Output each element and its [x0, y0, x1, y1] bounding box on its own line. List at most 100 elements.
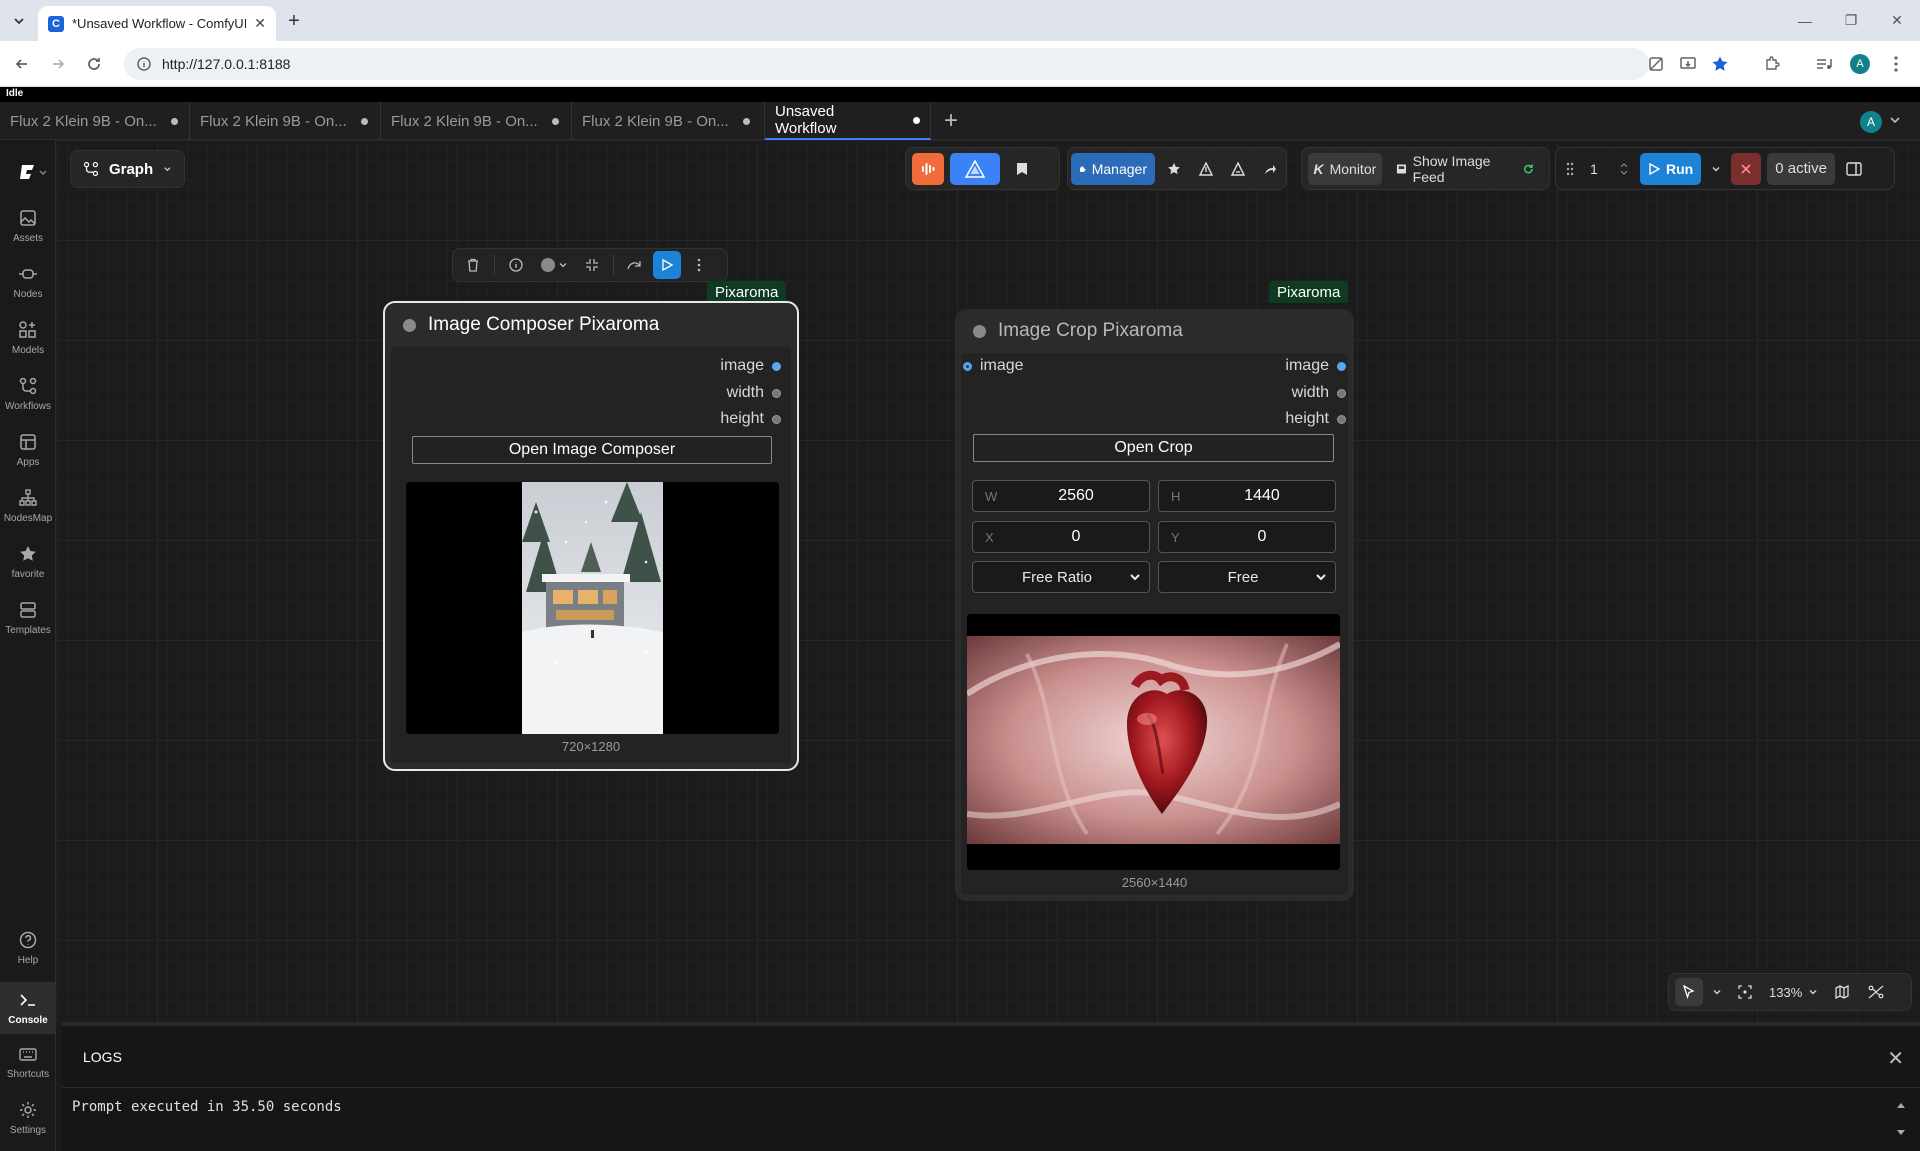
cancel-run-button[interactable]	[1731, 152, 1762, 185]
input-slot-image[interactable]: image	[963, 357, 1024, 375]
open-image-composer-button[interactable]: Open Image Composer	[412, 436, 772, 464]
slot-connector-icon[interactable]	[1337, 388, 1346, 398]
hide-links-icon[interactable]	[1862, 978, 1890, 1006]
crop-width-field[interactable]: W 2560	[972, 480, 1150, 512]
slot-connector-icon[interactable]	[1337, 414, 1346, 424]
extensions-icon[interactable]	[1760, 52, 1784, 76]
user-avatar[interactable]: A	[1860, 111, 1882, 133]
workflow-tab[interactable]: Flux 2 Klein 9B - On...	[381, 102, 572, 140]
delete-node-icon[interactable]	[459, 251, 487, 279]
bookmark-star-icon[interactable]	[1708, 52, 1732, 76]
slot-connector-icon[interactable]	[772, 414, 781, 424]
crop-x-field[interactable]: X 0	[972, 521, 1150, 553]
toggle-panel-icon[interactable]	[1841, 153, 1867, 185]
workflow-tab[interactable]: Flux 2 Klein 9B - On...	[572, 102, 765, 140]
collapse-node-icon[interactable]	[578, 251, 606, 279]
sidebar-item-nodes[interactable]: Nodes	[0, 264, 56, 300]
minimize-icon[interactable]: —	[1782, 0, 1828, 41]
fit-view-icon[interactable]	[1731, 978, 1759, 1006]
media-controls-icon[interactable]	[1812, 52, 1836, 76]
manager-button[interactable]: Manager	[1071, 152, 1155, 185]
log-scrollbar[interactable]	[1896, 1100, 1906, 1138]
model-b-icon[interactable]	[1225, 153, 1251, 185]
share-arrow-icon[interactable]	[1257, 153, 1283, 185]
collapse-dot-icon[interactable]	[973, 324, 986, 338]
output-slot-height[interactable]: height	[720, 410, 781, 428]
node-color-picker[interactable]	[534, 251, 574, 279]
no-tracking-icon[interactable]	[1644, 52, 1668, 76]
show-image-feed-button[interactable]: Show Image Feed	[1388, 153, 1543, 185]
sidebar-item-workflows[interactable]: Workflows	[0, 376, 56, 412]
audio-bars-icon[interactable]	[912, 152, 944, 185]
model-a-icon[interactable]	[1193, 153, 1219, 185]
new-tab-button[interactable]: +	[282, 9, 306, 33]
slot-connector-icon[interactable]	[963, 361, 972, 371]
crop-y-field[interactable]: Y 0	[1158, 521, 1336, 553]
pixaroma-triangle-icon[interactable]	[950, 152, 1000, 185]
close-tab-icon[interactable]: ✕	[254, 15, 266, 32]
reload-icon[interactable]	[82, 52, 106, 76]
select-tool-icon[interactable]	[1675, 978, 1703, 1006]
monitor-button[interactable]: K Monitor	[1308, 152, 1382, 185]
active-queue-button[interactable]: 0 active	[1767, 152, 1835, 185]
star-icon[interactable]	[1161, 153, 1187, 185]
workflow-tab[interactable]: Flux 2 Klein 9B - On...	[0, 102, 190, 140]
slot-connector-icon[interactable]	[772, 361, 781, 371]
sidebar-item-assets[interactable]: Assets	[0, 208, 56, 244]
run-node-button[interactable]	[653, 251, 681, 279]
node-title-bar[interactable]: Image Crop Pixaroma	[955, 309, 1354, 353]
comfyui-logo-icon[interactable]	[18, 162, 48, 182]
queue-count-stepper[interactable]: 1	[1584, 153, 1634, 185]
node-image-crop[interactable]: Image Crop Pixaroma image image width he…	[955, 309, 1354, 901]
sidebar-item-favorite[interactable]: favorite	[0, 544, 56, 580]
run-button[interactable]: Run	[1640, 152, 1702, 185]
sidebar-item-shortcuts[interactable]: Shortcuts	[0, 1044, 56, 1080]
output-slot-width[interactable]: width	[1292, 384, 1346, 402]
output-slot-image[interactable]: image	[1285, 357, 1346, 375]
tool-chevron-down-icon[interactable]	[1709, 978, 1725, 1006]
output-slot-height[interactable]: height	[1285, 410, 1346, 428]
address-bar[interactable]: http://127.0.0.1:8188	[124, 48, 1649, 80]
back-icon[interactable]	[10, 52, 34, 76]
chevron-down-icon[interactable]	[1889, 114, 1901, 126]
sidebar-item-help[interactable]: Help	[0, 930, 56, 966]
profile-avatar[interactable]: A	[1848, 52, 1872, 76]
tab-search-button[interactable]	[6, 9, 32, 33]
close-logs-icon[interactable]: ✕	[1887, 1046, 1904, 1071]
sidebar-item-templates[interactable]: Templates	[0, 600, 56, 636]
forward-icon[interactable]	[46, 52, 70, 76]
node-title-bar[interactable]: Image Composer Pixaroma	[385, 303, 797, 347]
crop-height-field[interactable]: H 1440	[1158, 480, 1336, 512]
bypass-icon[interactable]	[621, 251, 649, 279]
browser-menu-icon[interactable]	[1884, 52, 1908, 76]
output-slot-width[interactable]: width	[727, 384, 781, 402]
ratio-select[interactable]: Free Ratio	[972, 561, 1150, 593]
open-crop-button[interactable]: Open Crop	[973, 434, 1334, 462]
drag-handle-icon[interactable]	[1562, 153, 1578, 185]
bookmark-icon[interactable]	[1006, 153, 1038, 185]
workflow-tab[interactable]: Flux 2 Klein 9B - On...	[190, 102, 381, 140]
restore-icon[interactable]: ❐	[1828, 0, 1874, 41]
workflow-tab-active[interactable]: Unsaved Workflow	[765, 102, 931, 140]
sidebar-item-settings[interactable]: Settings	[0, 1100, 56, 1136]
slot-connector-icon[interactable]	[772, 388, 781, 398]
sidebar-item-models[interactable]: Models	[0, 320, 56, 356]
new-workflow-button[interactable]: +	[939, 109, 963, 133]
browser-tab[interactable]: C *Unsaved Workflow - ComfyUI ✕	[38, 6, 276, 41]
slot-connector-icon[interactable]	[1337, 361, 1346, 371]
sidebar-item-nodesmap[interactable]: NodesMap	[0, 488, 56, 524]
zoom-level-dropdown[interactable]: 133%	[1765, 978, 1822, 1006]
output-slot-image[interactable]: image	[720, 357, 781, 375]
minimap-icon[interactable]	[1828, 978, 1856, 1006]
install-app-icon[interactable]	[1676, 52, 1700, 76]
sidebar-item-apps[interactable]: Apps	[0, 432, 56, 468]
mode-select[interactable]: Free	[1158, 561, 1336, 593]
sidebar-item-console[interactable]: Console	[0, 982, 56, 1034]
collapse-dot-icon[interactable]	[403, 318, 416, 332]
close-window-icon[interactable]: ✕	[1874, 0, 1920, 41]
run-options-chevron-icon[interactable]	[1707, 153, 1725, 185]
graph-menu-button[interactable]: Graph	[70, 150, 185, 188]
node-image-composer[interactable]: Image Composer Pixaroma image width heig…	[383, 301, 799, 771]
more-options-icon[interactable]	[685, 251, 713, 279]
info-icon[interactable]	[502, 251, 530, 279]
